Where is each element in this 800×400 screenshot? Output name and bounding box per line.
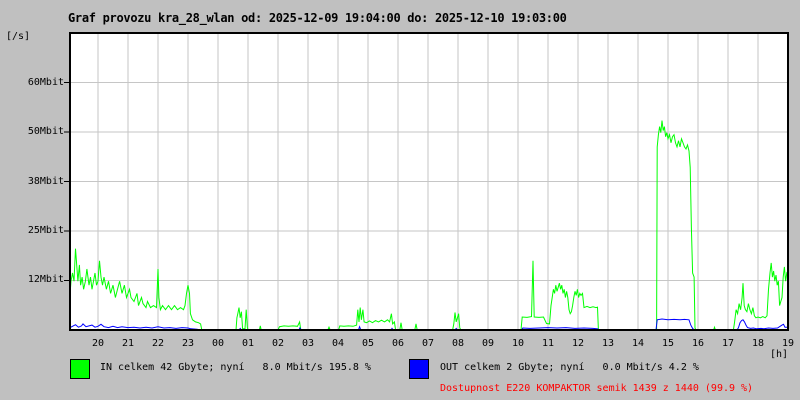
x-tick-label: 21 bbox=[121, 338, 134, 349]
y-axis-unit-label: [/s] bbox=[6, 31, 31, 42]
in-legend-label: IN celkem 42 Gbyte; nyní 8.0 Mbit/s 195.… bbox=[100, 362, 371, 373]
y-tick-label: 25Mbit bbox=[27, 225, 64, 236]
x-tick-label: 18 bbox=[751, 338, 764, 349]
x-tick-label: 03 bbox=[301, 338, 314, 349]
x-tick-label: 06 bbox=[391, 338, 404, 349]
x-tick-label: 07 bbox=[421, 338, 434, 349]
x-tick-label: 08 bbox=[451, 338, 464, 349]
x-tick-label: 17 bbox=[721, 338, 734, 349]
x-tick-label: 20 bbox=[91, 338, 104, 349]
x-tick-label: 15 bbox=[661, 338, 674, 349]
y-tick-label: 50Mbit bbox=[27, 125, 64, 137]
graph-title: Graf provozu kra_28_wlan od: 2025-12-09 … bbox=[68, 11, 567, 25]
x-tick-label: 13 bbox=[601, 338, 614, 349]
x-tick-label: 11 bbox=[541, 338, 554, 349]
mrtg-traffic-graph-page: Graf provozu kra_28_wlan od: 2025-12-09 … bbox=[0, 0, 800, 400]
x-tick-label: 09 bbox=[481, 338, 494, 349]
availability-label: Dostupnost E220 KOMPAKTOR semik 1439 z 1… bbox=[440, 383, 754, 394]
x-tick-label: 22 bbox=[151, 338, 164, 349]
x-axis-unit-label: [h] bbox=[769, 349, 788, 360]
out-legend-label: OUT celkem 2 Gbyte; nyní 0.0 Mbit/s 4.2 … bbox=[440, 362, 699, 373]
x-tick-label: 23 bbox=[181, 338, 194, 349]
x-tick-label: 10 bbox=[511, 338, 524, 349]
x-tick-label: 12 bbox=[571, 338, 584, 349]
y-tick-label: 38Mbit bbox=[27, 175, 64, 187]
out-legend-swatch bbox=[409, 359, 429, 379]
x-tick-label: 16 bbox=[691, 338, 704, 349]
x-tick-label: 02 bbox=[271, 338, 284, 349]
x-tick-label: 01 bbox=[241, 338, 254, 349]
x-tick-label: 05 bbox=[361, 338, 374, 349]
x-tick-label: 19 bbox=[781, 338, 795, 349]
x-tick-label: 14 bbox=[631, 338, 644, 349]
y-tick-label: 12Mbit bbox=[27, 274, 64, 286]
x-tick-label: 00 bbox=[211, 338, 224, 349]
y-tick-label: 60Mbit bbox=[27, 76, 64, 88]
x-tick-label: 04 bbox=[331, 338, 344, 349]
in-legend-swatch bbox=[70, 359, 90, 379]
